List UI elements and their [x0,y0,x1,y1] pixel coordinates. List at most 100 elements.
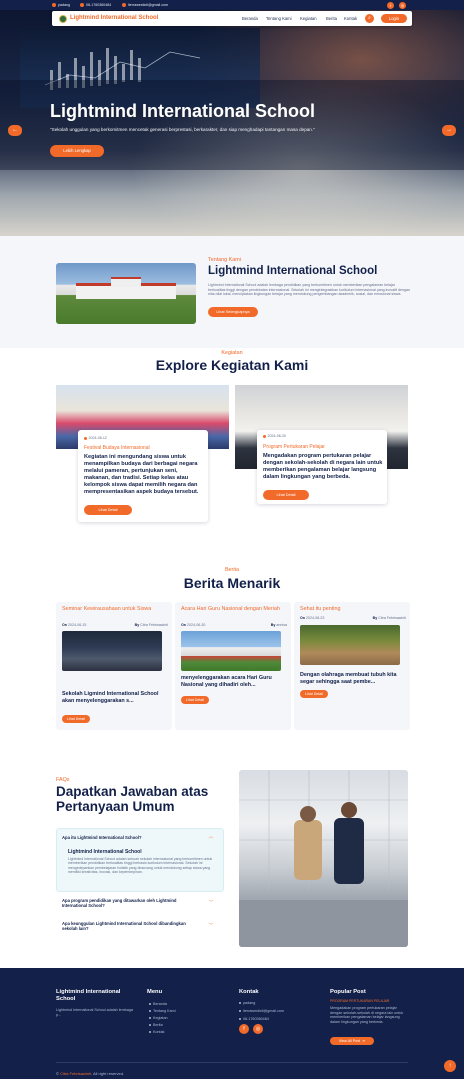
news-author: Citra Febrisawinti [378,616,406,620]
news-kicker: Berita [224,567,240,573]
news-detail-button[interactable]: Lihat Detail [62,715,90,723]
bullet-icon [149,1003,151,1005]
arrow-right-icon: ➜ [362,1039,366,1043]
calendar-icon [263,434,266,438]
news-date: 2024-06-23 [306,616,325,620]
nav-kontak[interactable]: Kontak [344,16,357,21]
brand-name[interactable]: Lightmind International School [70,15,158,21]
news-on-label: On [62,623,67,627]
bullet-icon [149,1010,151,1012]
facebook-icon[interactable]: f [387,1,394,9]
email-info: lterrawesticti@gmail.com [122,2,168,7]
view-all-post-button[interactable]: View All Post ➜ [330,1037,374,1045]
news-title-link[interactable]: Seminar Kewirausahaan untuk Siswa [62,606,168,612]
activity-description: Mengadakan program pertukaran pelajar de… [263,453,383,480]
building-tower-shape [111,277,141,287]
footer-link-tentang-kami[interactable]: Tentang Kami [149,1009,176,1013]
phone-icon [239,1018,241,1020]
footer-popular-title: Popular Post [330,989,366,995]
location-icon [52,2,56,7]
footer-contact-location: padang [239,1001,255,1005]
news-excerpt: Dengan olahraga membuat tubuh kita segar… [300,672,397,685]
news-excerpt: menyelenggarakan acara Hari Guru Nasiona… [181,675,272,688]
footer-instagram-icon[interactable]: ◎ [253,1024,263,1034]
news-card: Seminar Kewirausahaan untuk Siswa On 202… [56,602,172,730]
news-by-label: By [270,623,276,627]
news-date: 2024-06-15 [68,623,87,627]
hero-prev-arrow-icon[interactable]: ← [8,125,22,136]
footer-facebook-icon[interactable]: f [239,1024,249,1034]
news-meta: On 2024-06-15 By Citra Febrisawinti [62,623,168,627]
chevron-down-icon[interactable]: ﹀ [208,923,214,929]
footer-contact-text: 08-1760360484 [243,1017,269,1021]
location-text: padang [58,2,70,7]
faq-title: Dapatkan Jawaban atas Pertanyaan Umum [56,784,209,814]
nav-kegiatan[interactable]: Kegiatan [300,16,317,21]
nav-berita[interactable]: Berita [326,16,337,21]
hero-subtitle: "Sekolah unggulan yang berkomitmen mence… [50,127,315,132]
activity-date: 2024-06-12 [84,436,107,440]
activity-card-festival: 2024-06-12 Festival Budaya Internasional… [78,430,208,522]
footer-contact-text: padang [243,1001,256,1005]
news-by-label: By [134,623,140,627]
footer-link-kegiatan[interactable]: Kegiatan [149,1016,168,1020]
activity-category: Festival Budaya Internasional [84,445,150,451]
faq-question-2[interactable]: Apa program pendidikan yang ditawarkan o… [62,898,202,908]
activity-detail-button[interactable]: Lihat Detail [263,490,309,500]
top-info-bar: padang 08-1760360484 lterrawesticti@gmai… [0,0,464,10]
email-icon [122,2,126,7]
school-building-image [56,263,196,324]
about-more-button[interactable]: Lihat Selengkapnya [208,307,258,317]
bullet-icon [149,1024,151,1026]
copyright-author[interactable]: Citra Febrisawinti [60,1071,91,1076]
chevron-up-icon[interactable]: ︿ [208,834,214,840]
about-title: Lightmind International School [208,265,378,277]
activity-description: Kegiatan ini mengundang siswa untuk mena… [84,454,199,495]
search-icon[interactable]: ⌕ [365,14,374,23]
about-kicker: Tentang Kami [208,257,241,263]
news-card: Sehat itu penting On 2024-06-23 By Citra … [294,602,410,730]
footer-link-label: Kontak [153,1030,165,1034]
footer-contact-email[interactable]: lterrawesticti@gmail.com [239,1009,284,1013]
school-logo-icon[interactable] [59,14,67,23]
footer-link-kontak[interactable]: Kontak [149,1030,164,1034]
hero-more-button[interactable]: Lebih Lengkap [50,145,104,157]
nav-beranda[interactable]: Beranda [242,16,258,21]
faq-question-3[interactable]: Apa keunggulan Lightmind International S… [62,921,202,931]
news-date: 2024-06-30 [187,623,206,627]
news-title-link[interactable]: Acara Hari Guru Nasional dengan Meriah [181,606,287,612]
news-title-link[interactable]: Sehat itu penting [300,606,406,612]
footer-link-berita[interactable]: Berita [149,1023,163,1027]
news-detail-button[interactable]: Lihat Detail [181,696,209,704]
email-text: lterrawesticti@gmail.com [128,2,168,7]
phone-icon [80,2,84,7]
activities-kicker: Kegiatan [221,350,243,356]
news-detail-button[interactable]: Lihat Detail [300,690,328,698]
phone-text: 08-1760360484 [86,2,112,7]
activity-card-exchange: 2024-06-30 Program Pertukaran Pelajar Me… [257,430,387,504]
footer-popular-post-text: Mengadakan program pertukaran pelajar de… [330,1006,404,1025]
footer-link-label: Kegiatan [153,1016,168,1020]
news-excerpt: Sekolah Ligmind International School aka… [62,691,159,704]
chevron-down-icon[interactable]: ﹀ [208,900,214,906]
footer-link-label: Berita [153,1023,163,1027]
activity-detail-button[interactable]: Lihat Detail [84,505,132,515]
news-title: Berita Menarik [183,575,281,591]
nav-tentang-kami[interactable]: Tentang Kami [266,16,292,21]
faq-image-art [239,770,408,947]
login-button[interactable]: Login [381,14,407,23]
news-meta: On 2024-06-23 By Citra Febrisawinti [300,616,406,620]
copyright-text: . All right reserved. [90,1071,125,1076]
hero-next-arrow-icon[interactable]: → [442,125,456,136]
activity-date-text: 2024-06-12 [88,436,107,440]
footer-link-beranda[interactable]: Beranda [149,1002,167,1006]
hero-title: Lightmind International School [50,101,315,121]
instagram-icon[interactable]: ◎ [399,1,406,9]
footer-link-label: Tentang Kami [153,1009,176,1013]
footer-contact-phone[interactable]: 08-1760360484 [239,1017,269,1021]
faq-question-1[interactable]: Apa itu Lightmind International School? [62,835,222,840]
scroll-to-top-icon[interactable]: ↑ [444,1060,456,1072]
footer-popular-post-title[interactable]: PROGRAM PERTUKARAN PELAJAR [330,999,410,1004]
news-card: Acara Hari Guru Nasional dengan Meriah O… [175,602,291,730]
activity-date-text: 2024-06-30 [267,434,286,438]
